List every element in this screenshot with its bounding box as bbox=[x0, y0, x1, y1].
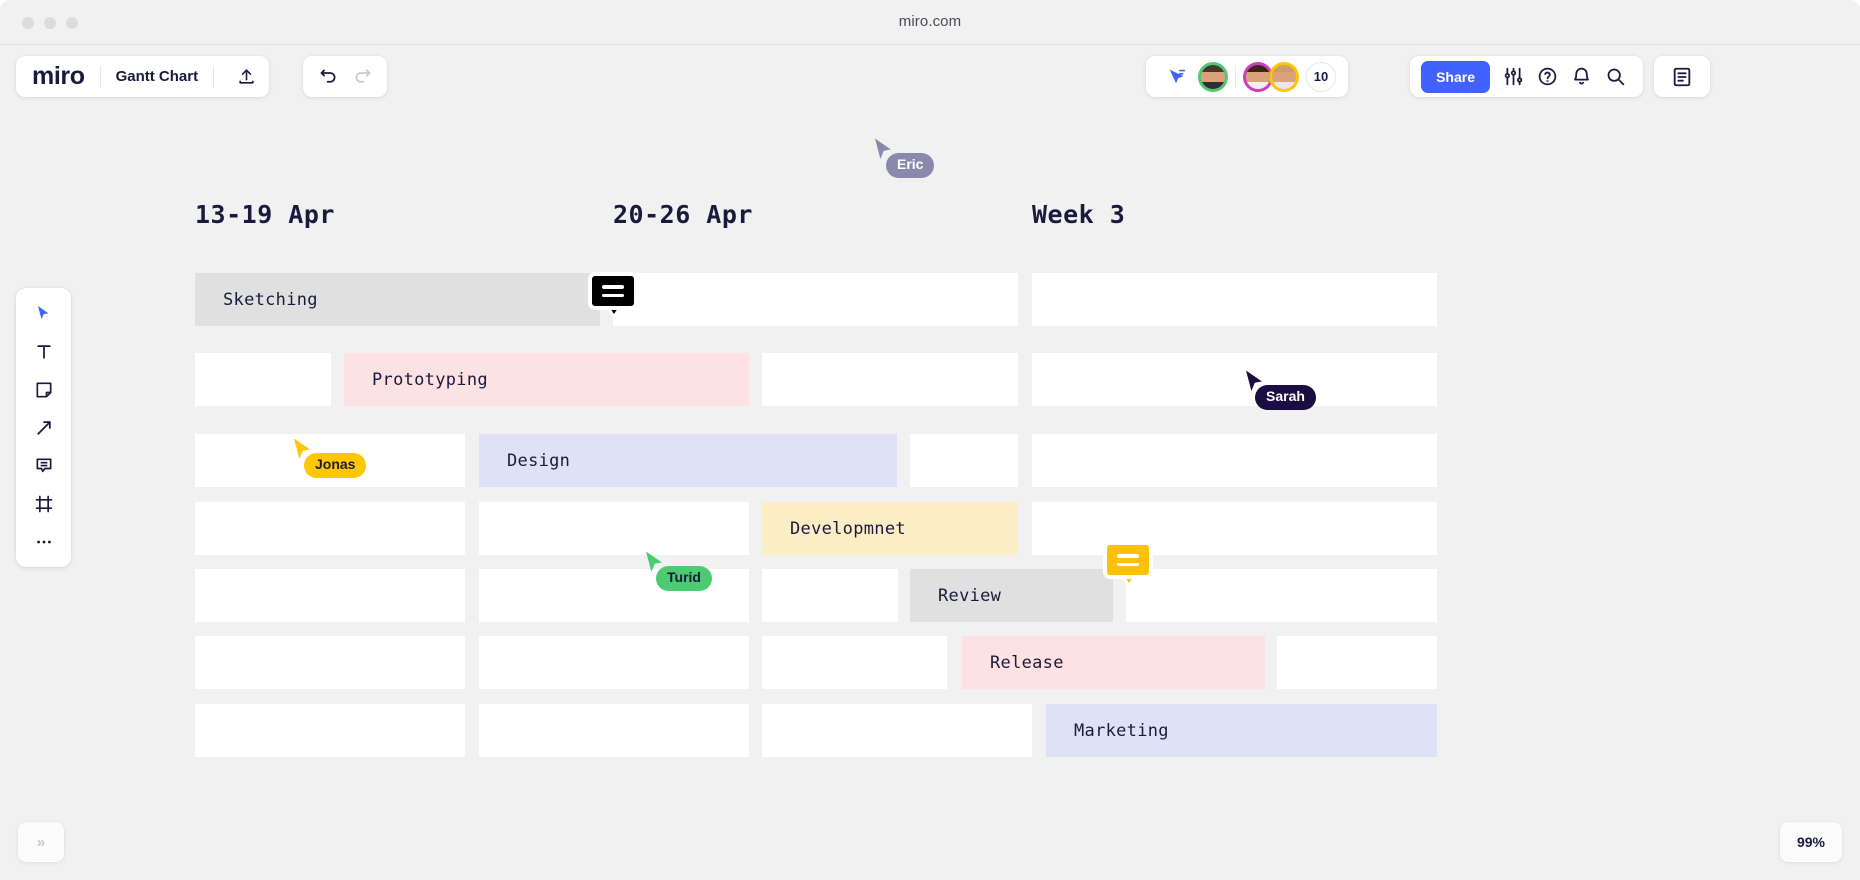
bell-icon[interactable] bbox=[1564, 60, 1598, 94]
text-tool[interactable] bbox=[25, 336, 63, 367]
cursor-name-label: Jonas bbox=[304, 453, 367, 478]
redo-icon[interactable] bbox=[345, 60, 379, 94]
collaborator-cursor: Jonas bbox=[292, 437, 412, 487]
gantt-task-bar[interactable]: Review bbox=[910, 569, 1113, 622]
notes-panel-group bbox=[1654, 56, 1710, 97]
window-url-title: miro.com bbox=[898, 13, 962, 30]
select-tool[interactable] bbox=[25, 298, 63, 329]
expand-panel-button[interactable]: » bbox=[18, 822, 64, 862]
gantt-empty-cell[interactable] bbox=[1032, 353, 1437, 406]
gantt-empty-cell[interactable] bbox=[195, 502, 465, 555]
gantt-empty-cell[interactable] bbox=[195, 569, 465, 622]
comment-icon[interactable] bbox=[25, 450, 63, 481]
sliders-icon[interactable] bbox=[1496, 60, 1530, 94]
gantt-empty-cell[interactable] bbox=[195, 704, 465, 757]
comment-line bbox=[1117, 562, 1139, 566]
gantt-empty-cell[interactable] bbox=[195, 636, 465, 689]
gantt-empty-cell[interactable] bbox=[910, 434, 1018, 487]
gantt-empty-cell[interactable] bbox=[762, 569, 898, 622]
board-title[interactable]: Gantt Chart bbox=[116, 68, 199, 85]
gantt-task-bar[interactable]: Marketing bbox=[1046, 704, 1437, 757]
avatar[interactable] bbox=[1198, 61, 1228, 92]
notes-panel-icon[interactable] bbox=[1665, 60, 1699, 94]
gantt-task-bar[interactable]: Design bbox=[479, 434, 897, 487]
miro-logo[interactable]: miro bbox=[32, 64, 85, 89]
gantt-empty-cell[interactable] bbox=[762, 636, 947, 689]
board-toolbar-left: miro Gantt Chart bbox=[16, 56, 270, 97]
cursor-name-label: Eric bbox=[886, 153, 935, 178]
left-creation-toolbar bbox=[16, 288, 71, 567]
gantt-empty-cell[interactable] bbox=[1277, 636, 1437, 689]
gantt-empty-cell[interactable] bbox=[1126, 569, 1437, 622]
cursor-share-icon[interactable] bbox=[1160, 60, 1194, 94]
cursor-name-label: Sarah bbox=[1255, 385, 1316, 410]
collaborator-cursor: Eric bbox=[873, 137, 993, 187]
gantt-empty-cell[interactable] bbox=[195, 353, 331, 406]
arrow-icon[interactable] bbox=[25, 412, 63, 443]
more-horizontal-icon[interactable] bbox=[25, 526, 63, 557]
comment-line bbox=[1117, 554, 1139, 558]
board-canvas[interactable]: 13-19 Apr 20-26 Apr Week 3 Sketching Protot… bbox=[0, 107, 1860, 880]
gantt-empty-cell[interactable] bbox=[479, 636, 749, 689]
avatar[interactable] bbox=[1269, 61, 1299, 92]
comment-bubble-body bbox=[1103, 541, 1153, 579]
zoom-level-indicator[interactable]: 99% bbox=[1780, 822, 1842, 862]
undo-icon[interactable] bbox=[311, 60, 345, 94]
collaborator-cursor: Turid bbox=[644, 550, 764, 600]
gantt-empty-cell[interactable] bbox=[479, 502, 749, 555]
upload-icon[interactable] bbox=[229, 60, 263, 94]
gantt-empty-cell[interactable] bbox=[1032, 273, 1437, 326]
gantt-empty-cell[interactable] bbox=[1032, 502, 1437, 555]
comment-line bbox=[602, 293, 624, 297]
collaborator-count-badge[interactable]: 10 bbox=[1306, 61, 1336, 92]
sticky-note-tool[interactable] bbox=[25, 374, 63, 405]
gantt-empty-cell[interactable] bbox=[762, 704, 1032, 757]
gantt-empty-cell[interactable] bbox=[1032, 434, 1437, 487]
divider bbox=[99, 65, 101, 88]
cursor-name-label: Turid bbox=[656, 566, 712, 591]
share-button[interactable]: Share bbox=[1421, 60, 1490, 93]
board-actions-group: Share bbox=[1410, 56, 1643, 97]
week-header[interactable]: 13-19 Apr bbox=[195, 200, 335, 229]
collaborator-cursor: Sarah bbox=[1244, 369, 1364, 419]
gantt-empty-cell[interactable] bbox=[762, 353, 1018, 406]
gantt-task-bar[interactable]: Prototyping bbox=[344, 353, 749, 406]
week-header[interactable]: 20-26 Apr bbox=[613, 200, 753, 229]
gantt-task-bar[interactable]: Sketching bbox=[195, 273, 600, 326]
divider bbox=[213, 65, 215, 88]
app-top-bar: miro Gantt Chart 10 Share bbox=[0, 45, 1860, 107]
gantt-empty-cell[interactable] bbox=[479, 704, 749, 757]
gantt-task-bar[interactable]: Developmnet bbox=[762, 502, 1018, 555]
comment-bubble-body bbox=[588, 272, 638, 310]
miro-app-window: miro.com miro Gantt Chart 10 Share 13-19… bbox=[0, 0, 1860, 880]
week-header[interactable]: Week 3 bbox=[1032, 200, 1125, 229]
comment-marker-yellow[interactable] bbox=[1103, 541, 1153, 591]
divider bbox=[1235, 66, 1236, 87]
collaborators-group: 10 bbox=[1146, 56, 1348, 97]
undo-redo-group bbox=[303, 56, 387, 97]
gantt-task-bar[interactable]: Release bbox=[962, 636, 1265, 689]
window-titlebar: miro.com bbox=[0, 0, 1860, 45]
search-icon[interactable] bbox=[1598, 60, 1632, 94]
frame-tool[interactable] bbox=[25, 488, 63, 519]
avatar[interactable] bbox=[1243, 61, 1273, 92]
comment-line bbox=[602, 285, 624, 289]
gantt-empty-cell[interactable] bbox=[613, 273, 1018, 326]
help-circle-icon[interactable] bbox=[1530, 60, 1564, 94]
comment-marker-dark[interactable] bbox=[588, 272, 638, 322]
